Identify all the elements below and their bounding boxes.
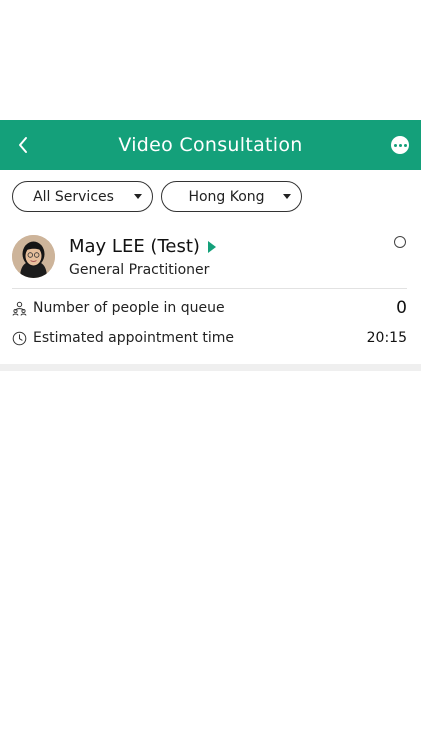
appointment-label: Estimated appointment time [33, 330, 235, 346]
divider [12, 288, 407, 289]
queue-count: 0 [396, 298, 407, 318]
screen: Video Consultation All Services Hong Kon… [0, 0, 422, 750]
appointment-row: Estimated appointment time 20:15 [12, 327, 407, 349]
more-options-button[interactable] [391, 136, 409, 154]
more-dot [403, 143, 407, 147]
caret-down-icon [134, 194, 142, 199]
page-title: Video Consultation [118, 134, 303, 156]
queue-label: Number of people in queue [33, 300, 225, 316]
filter-bar: All Services Hong Kong [12, 181, 302, 212]
chevron-left-icon [19, 137, 27, 153]
queue-row: Number of people in queue 0 [12, 297, 407, 319]
play-icon [207, 240, 216, 253]
doctor-name-link[interactable]: May LEE (Test) [69, 236, 216, 257]
appointment-time: 20:15 [366, 330, 407, 346]
more-dot [398, 143, 402, 147]
doctor-photo [12, 235, 55, 278]
services-select-label: All Services [33, 188, 114, 205]
region-select[interactable]: Hong Kong [161, 181, 302, 212]
doctor-card[interactable]: May LEE (Test) General Practitioner Numb… [0, 232, 421, 364]
caret-down-icon [283, 194, 291, 199]
doctor-avatar [12, 235, 55, 278]
section-separator [0, 364, 421, 371]
app-header: Video Consultation [0, 120, 421, 170]
back-button[interactable] [8, 130, 38, 160]
doctor-specialty: General Practitioner [69, 262, 210, 278]
doctor-name: May LEE (Test) [69, 236, 200, 257]
services-select[interactable]: All Services [12, 181, 153, 212]
queue-people-icon [12, 301, 27, 316]
region-select-label: Hong Kong [188, 188, 265, 205]
doctor-select-radio[interactable] [394, 236, 406, 248]
clock-icon [12, 331, 27, 346]
more-horizontal-icon [393, 143, 397, 147]
